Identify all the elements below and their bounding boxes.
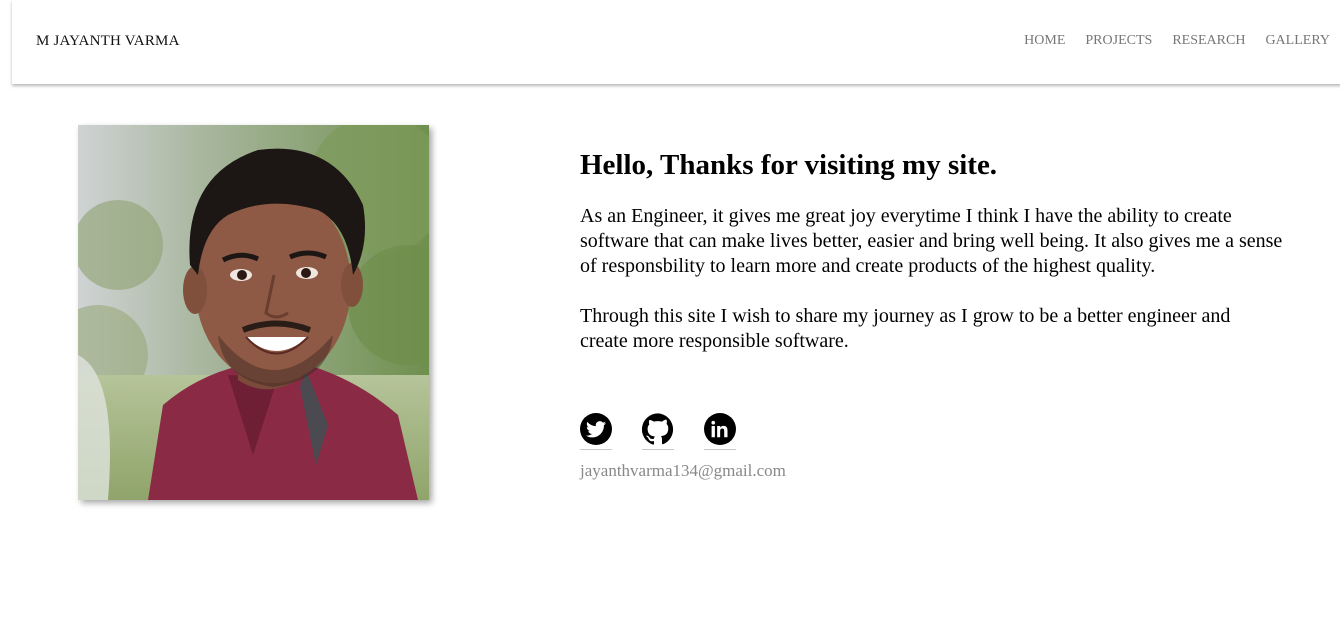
site-brand[interactable]: M JAYANTH VARMA <box>36 33 180 50</box>
profile-photo <box>78 125 429 500</box>
intro-p1-line: software that can make lives better, eas… <box>580 230 1283 252</box>
social-links <box>580 413 736 450</box>
github-icon <box>642 413 674 445</box>
twitter-link[interactable] <box>580 413 612 450</box>
intro-p2-line: Through this site I wish to share my jou… <box>580 305 1231 327</box>
intro-paragraph-1: As an Engineer, it gives me great joy ev… <box>580 204 1340 279</box>
intro-p1-line: of responsbility to learn more and creat… <box>580 255 1156 277</box>
twitter-icon <box>580 413 612 445</box>
nav-home[interactable]: HOME <box>1024 33 1065 49</box>
email-link[interactable]: jayanthvarma134@gmail.com <box>580 461 786 481</box>
navbar: M JAYANTH VARMA HOME PROJECTS RESEARCH G… <box>12 0 1340 84</box>
intro-p1-line: As an Engineer, it gives me great joy ev… <box>580 205 1232 227</box>
nav-gallery[interactable]: GALLERY <box>1265 33 1330 49</box>
intro-paragraph-2: Through this site I wish to share my jou… <box>580 304 1340 354</box>
linkedin-link[interactable] <box>704 413 736 450</box>
github-link[interactable] <box>642 413 674 450</box>
intro-heading: Hello, Thanks for visiting my site. <box>580 149 998 181</box>
nav-links: HOME PROJECTS RESEARCH GALLERY <box>1024 33 1330 49</box>
nav-research[interactable]: RESEARCH <box>1172 33 1245 49</box>
nav-projects[interactable]: PROJECTS <box>1085 33 1152 49</box>
linkedin-icon <box>704 413 736 445</box>
intro-p2-line: create more responsible software. <box>580 330 849 352</box>
intro-section: Hello, Thanks for visiting my site. As a… <box>580 146 1340 354</box>
